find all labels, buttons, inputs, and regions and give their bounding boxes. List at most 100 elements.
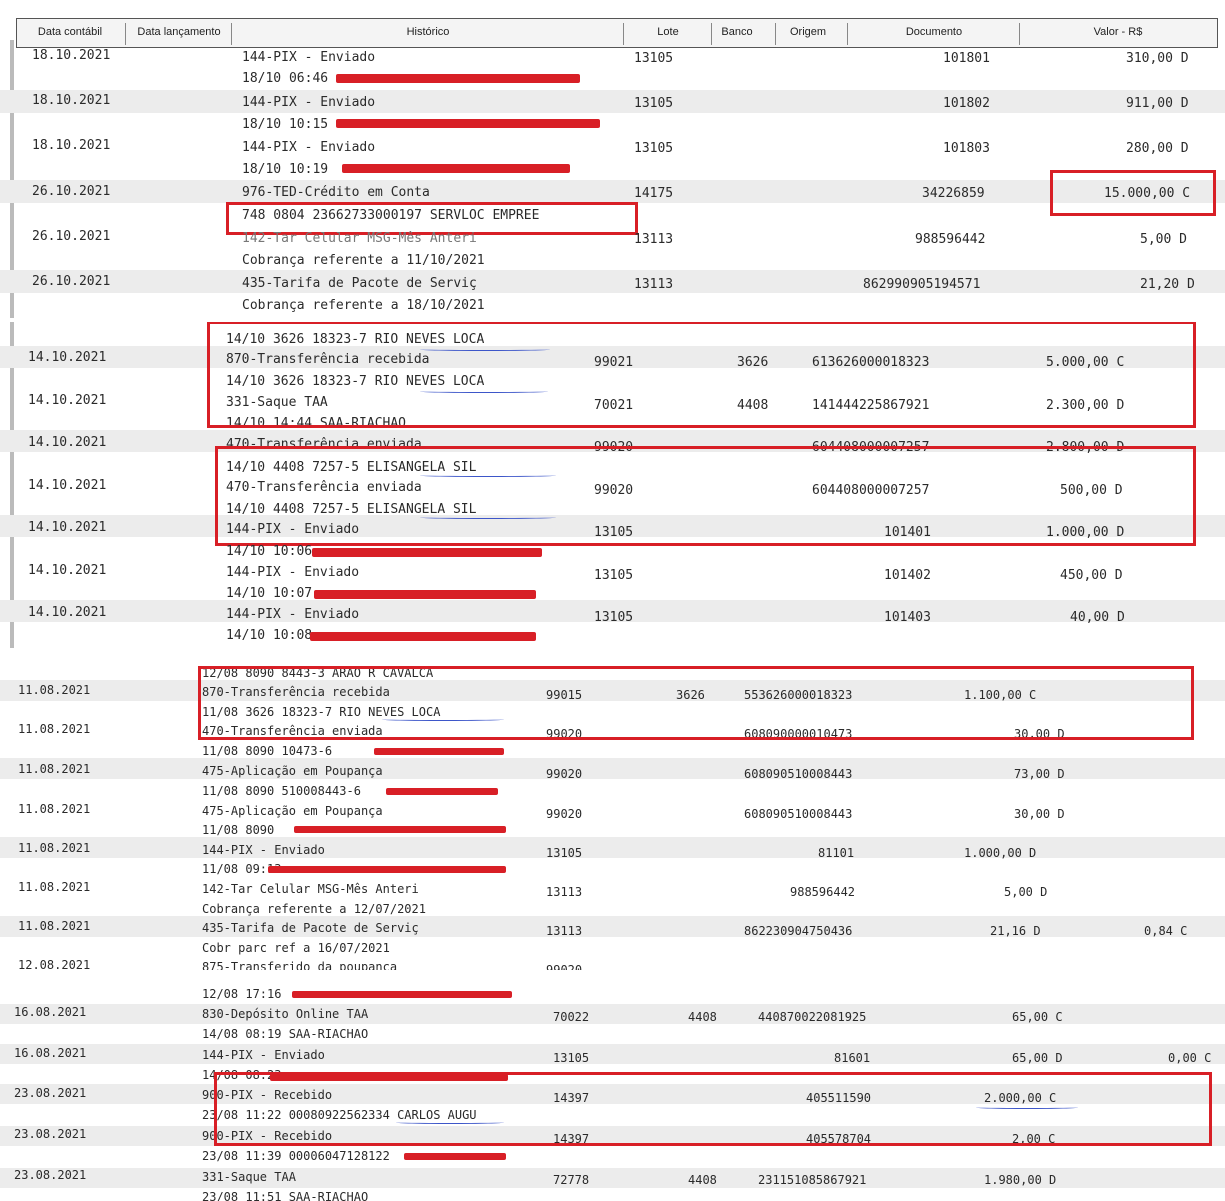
row-value: 65,00 C [1012,1010,1063,1024]
row-date: 14.10.2021 [28,563,107,578]
row-date: 11.08.2021 [18,802,91,816]
row-date: 11.08.2021 [18,841,91,855]
row-detail: 11/08 8090 10473-6 [202,744,333,758]
row-lote: 13105 [634,141,674,156]
row-document: 608090510008443 [744,767,853,781]
row-date: 26.10.2021 [32,184,111,199]
statement-section-14-oct: 14/10 3626 18323-7 RIO NEVES LOCA 14.10.… [0,322,1225,648]
row-history: 144-PIX - Enviado [202,1048,325,1062]
row-history: 144-PIX - Enviado [202,843,325,857]
row-date: 11.08.2021 [18,722,91,736]
row-date: 11.08.2021 [18,762,91,776]
row-document: 34226859 [922,186,985,201]
redaction-mark [294,826,506,833]
row-value: 40,00 D [1070,610,1125,625]
row-bank: 4408 [688,1173,717,1187]
row-detail: Cobrança referente a 18/10/2021 [242,298,485,313]
row-lote: 13105 [553,1051,590,1065]
row-detail: Cobrança referente a 11/10/2021 [242,253,485,268]
row-detail: 14/08 08:19 SAA-RIACHAO [202,1027,369,1041]
highlight-box [207,322,1196,428]
row-lote: 13105 [594,610,634,625]
row-value: 21,20 D [1140,277,1195,292]
row-detail: 23/08 11:39 00006047128122 [202,1149,390,1163]
statement-section-october: Data contábil Data lançamento Histórico … [0,0,1225,318]
col-historico: Histórico [406,26,450,38]
row-date: 26.10.2021 [32,274,111,289]
row-document: 862990905194571 [863,277,981,292]
row-value: 30,00 D [1014,807,1065,821]
row-lote: 13105 [546,846,583,860]
row-document: 81101 [818,846,855,860]
row-date: 16.08.2021 [14,1005,87,1019]
row-document: 440870022081925 [758,1010,867,1024]
row-document: 101802 [943,96,990,111]
row-document: 988596442 [915,232,986,247]
row-date: 18.10.2021 [32,48,111,63]
redaction-mark [404,1153,506,1160]
row-history: 830-Depósito Online TAA [202,1007,369,1021]
row-detail: 23/08 11:51 SAA-RIACHAO [202,1190,369,1201]
row-history: 331-Saque TAA [202,1170,296,1184]
row-lote: 13105 [634,51,674,66]
row-date: 11.08.2021 [18,880,91,894]
row-lote: 13113 [634,277,674,292]
row-history: 142-Tar Celular MSG-Mês Anteri [242,231,477,246]
row-lote: 13113 [634,232,674,247]
row-document: 101403 [884,610,931,625]
highlight-box [198,666,1194,740]
redaction-mark [310,632,536,641]
row-date: 23.08.2021 [14,1127,87,1141]
row-detail: 18/10 06:46 [242,71,329,86]
row-document: 81601 [834,1051,871,1065]
row-value: 310,00 D [1126,51,1189,66]
row-date: 11.08.2021 [18,683,91,697]
row-value: 65,00 D [1012,1051,1063,1065]
row-value: 1.980,00 D [984,1173,1057,1187]
row-date: 14.10.2021 [28,478,107,493]
row-detail: 11/08 8090 [202,823,275,837]
table-header: Data contábil Data lançamento Histórico … [16,18,1218,48]
row-detail: 12/08 17:16 [202,987,282,1001]
highlight-box [214,1072,1212,1146]
row-history: 144-PIX - Enviado [242,140,376,155]
row-history: 435-Tarifa de Pacote de Serviç [242,276,477,291]
row-date: 12.08.2021 [18,958,91,970]
row-lote: 13113 [546,924,583,938]
row-history: 144-PIX - Enviado [226,607,360,622]
row-history: 875-Transferido da poupança [202,960,398,970]
row-date: 26.10.2021 [32,229,111,244]
row-history: 142-Tar Celular MSG-Mês Anteri [202,882,419,896]
col-data-lancamento: Data lançamento [137,26,221,38]
row-lote: 99020 [546,963,583,970]
row-document: 101402 [884,568,931,583]
row-value: 450,00 D [1060,568,1123,583]
row-value: 5,00 D [1004,885,1048,899]
row-date: 11.08.2021 [18,919,91,933]
row-detail: 14/10 10:06 [226,544,313,559]
highlight-box [215,446,1196,546]
row-document: 101803 [943,141,990,156]
row-history: 475-Aplicação em Poupança [202,764,383,778]
redaction-mark [386,788,498,795]
col-data-contabil: Data contábil [37,26,103,38]
row-detail: 14/10 10:08 [226,628,313,643]
redaction-mark [314,590,536,599]
row-document: 988596442 [790,885,856,899]
row-history: 976-TED-Crédito em Conta [242,185,430,200]
row-extra-value: 0,84 C [1144,924,1188,938]
statement-section-11-aug: 12/08 8090 8443-3 ARAO R CAVALCA 11.08.2… [0,656,1225,970]
col-documento: Documento [905,26,963,38]
row-date: 14.10.2021 [28,393,107,408]
row-history: 144-PIX - Enviado [242,50,376,65]
redaction-mark [292,991,512,998]
row-document: 862230904750436 [744,924,853,938]
row-history: 144-PIX - Enviado [226,565,360,580]
row-detail: 18/10 10:19 [242,162,329,177]
row-lote: 13105 [634,96,674,111]
row-detail: 14/10 10:07 [226,586,313,601]
row-history: 435-Tarifa de Pacote de Serviç [202,921,419,935]
row-history: 144-PIX - Enviado [242,95,376,110]
redaction-mark [268,866,506,873]
redaction-mark [312,548,542,557]
